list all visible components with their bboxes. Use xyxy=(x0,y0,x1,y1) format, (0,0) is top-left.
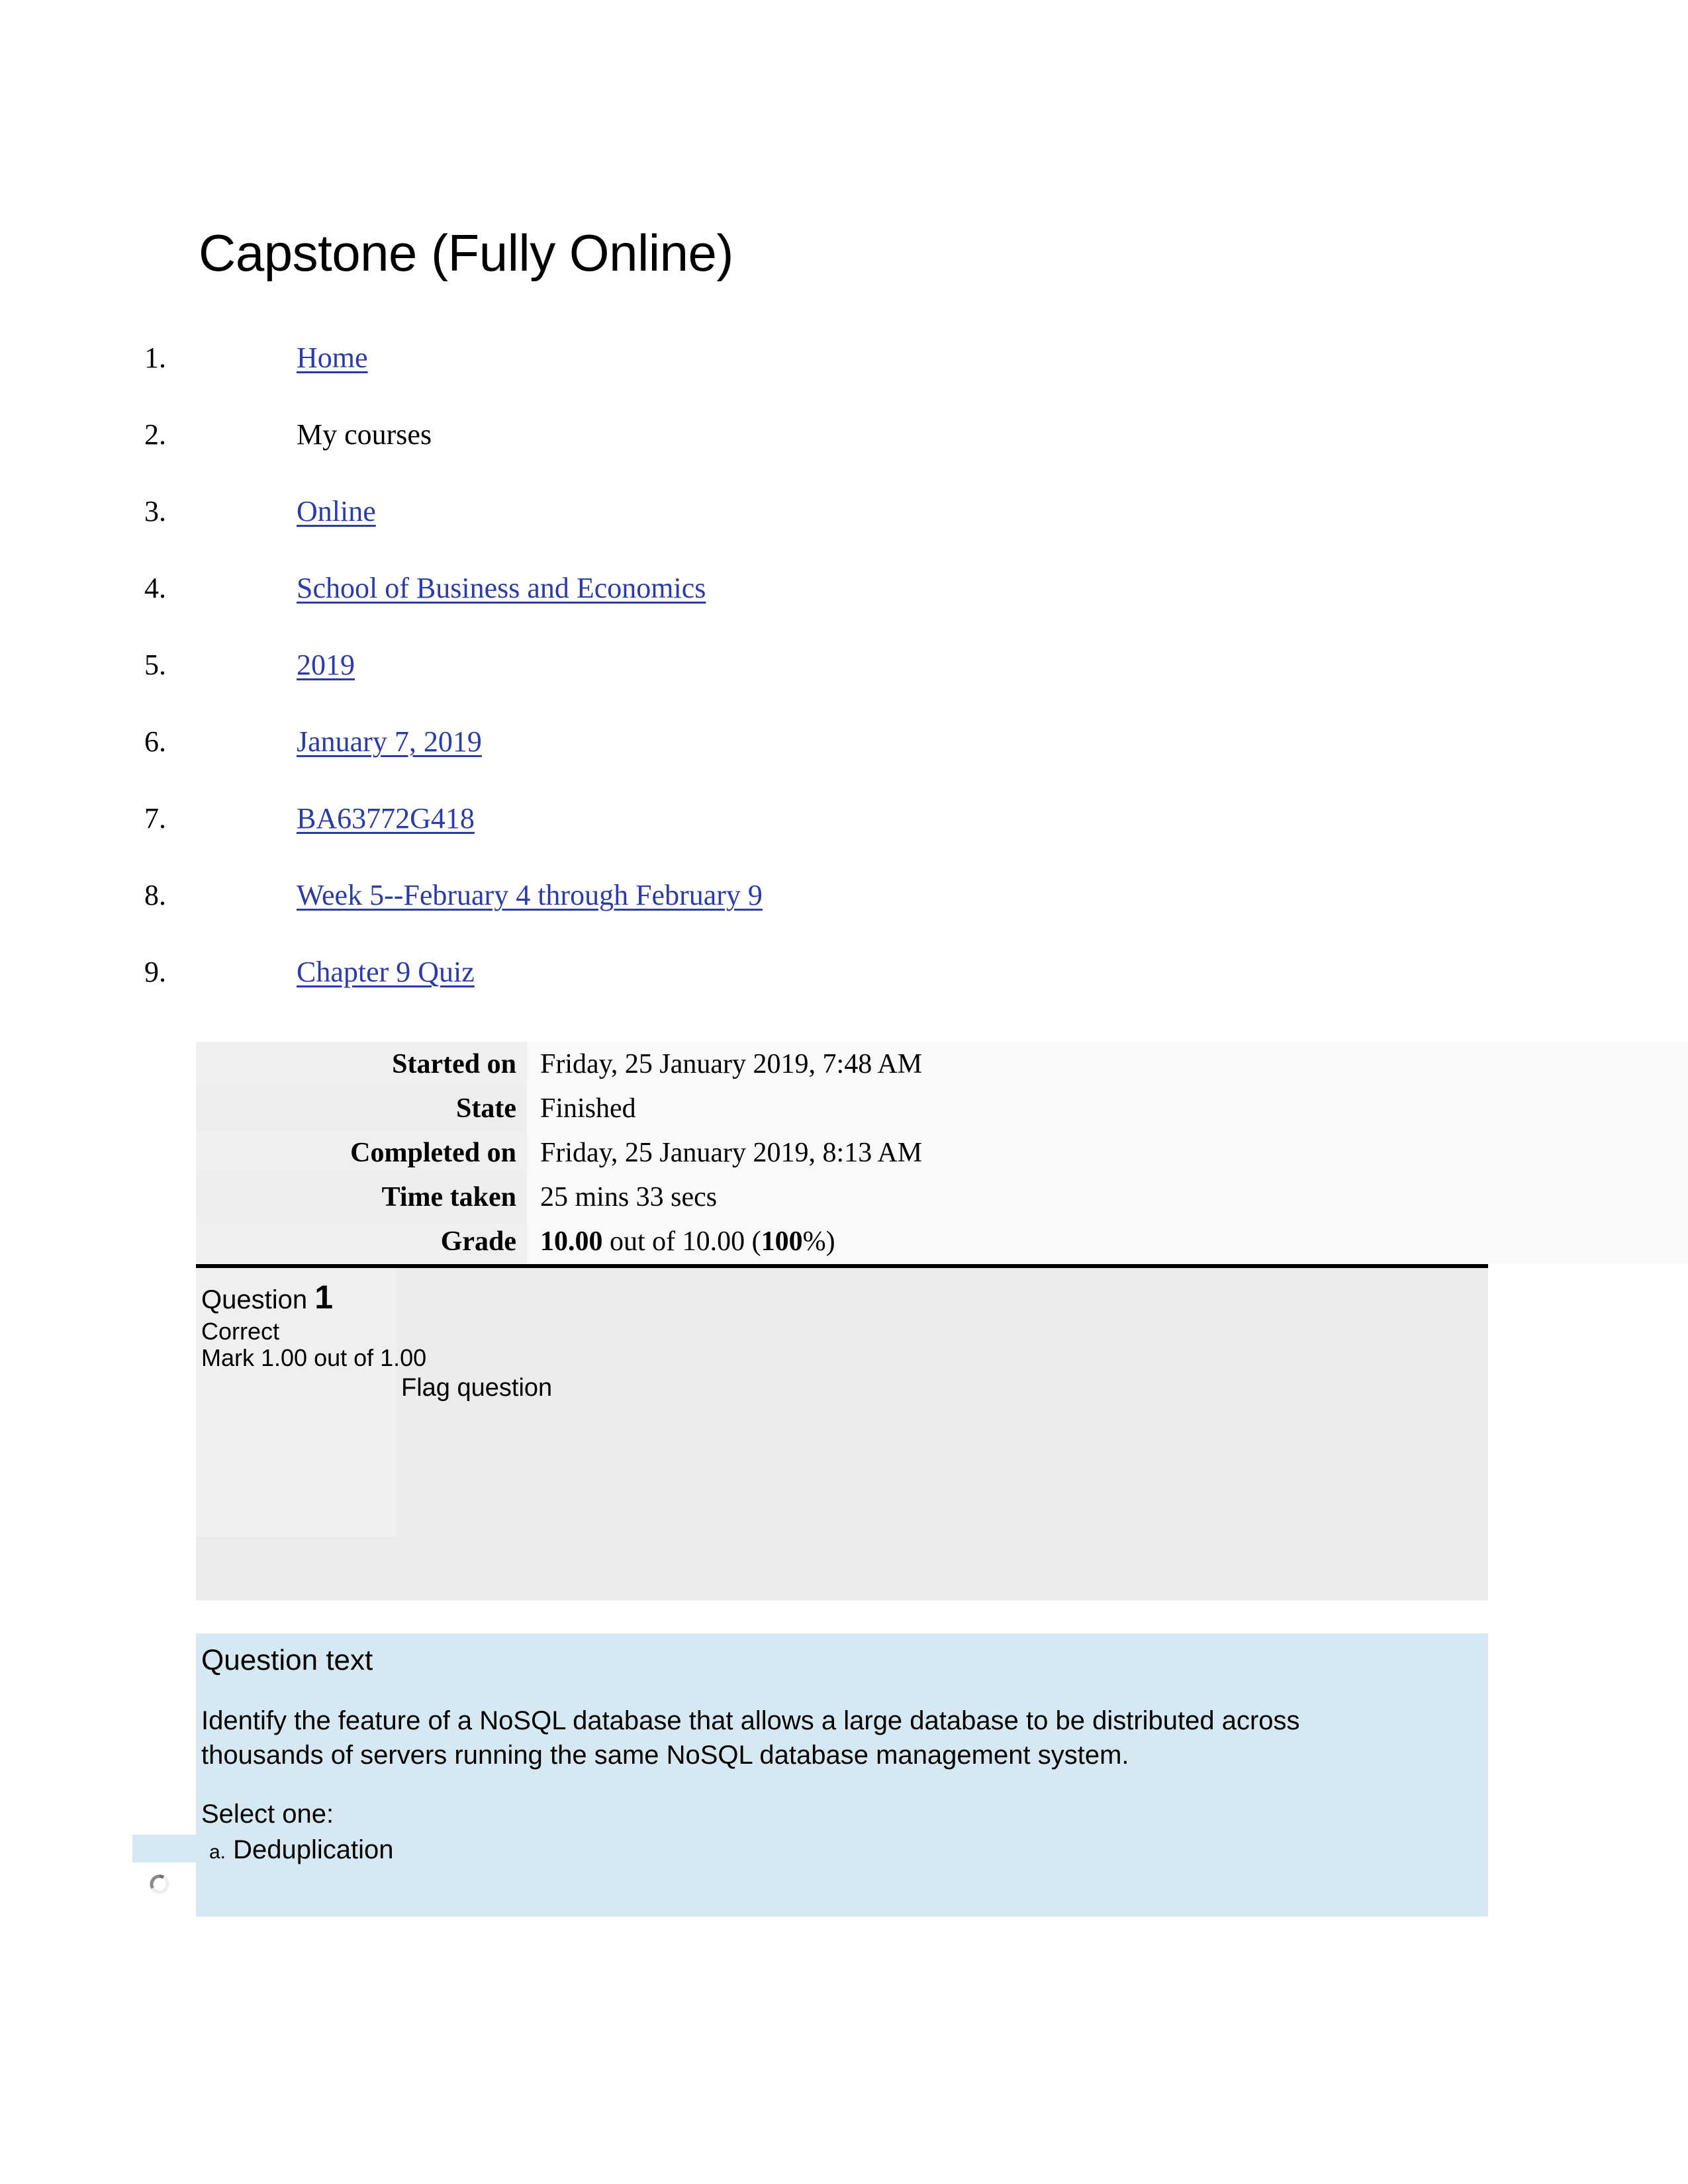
list-number: 5. xyxy=(144,649,166,681)
breadcrumb-link-quiz[interactable]: Chapter 9 Quiz xyxy=(297,955,475,989)
grade-suffix: %) xyxy=(802,1226,835,1257)
breadcrumb-item-week[interactable]: 8. Week 5--February 4 through February 9 xyxy=(0,878,1688,955)
breadcrumb-item-home[interactable]: 1. Home xyxy=(0,341,1688,418)
row-label-grade: Grade xyxy=(196,1219,527,1263)
question-info-panel: Question 1 Correct Mark 1.00 out of 1.00… xyxy=(196,1264,1488,1600)
question-heading-prefix: Question xyxy=(201,1285,308,1314)
answer-option-a[interactable]: a. Deduplication xyxy=(209,1833,394,1869)
grade-percent: 100 xyxy=(761,1226,803,1257)
table-row: Time taken 25 mins 33 secs xyxy=(196,1175,1688,1219)
breadcrumb-label-my-courses: My courses xyxy=(297,418,432,451)
breadcrumb-item-school[interactable]: 4. School of Business and Economics xyxy=(0,571,1688,648)
breadcrumb-link-week[interactable]: Week 5--February 4 through February 9 xyxy=(297,878,763,913)
row-label-state: State xyxy=(196,1086,527,1130)
row-label-completed-on: Completed on xyxy=(196,1130,527,1175)
attempt-summary-table: Started on Friday, 25 January 2019, 7:48… xyxy=(196,1042,1688,1263)
grade-middle: out of 10.00 ( xyxy=(602,1226,761,1257)
question-mark: Mark 1.00 out of 1.00 xyxy=(201,1344,427,1371)
list-number: 8. xyxy=(144,879,166,911)
question-text-title: Question text xyxy=(201,1644,373,1676)
question-text-block: Question text Identify the feature of a … xyxy=(196,1633,1488,1917)
question-number: 1 xyxy=(314,1279,334,1316)
row-value-started-on: Friday, 25 January 2019, 7:48 AM xyxy=(527,1042,1688,1086)
select-one-label: Select one: xyxy=(201,1799,334,1829)
breadcrumb-link-year[interactable]: 2019 xyxy=(297,648,355,682)
question-text-body: Identify the feature of a NoSQL database… xyxy=(201,1706,1300,1770)
row-label-time-taken: Time taken xyxy=(196,1175,527,1219)
loading-spinner-icon xyxy=(148,1873,171,1895)
list-number: 9. xyxy=(144,956,166,988)
breadcrumb-link-online[interactable]: Online xyxy=(297,494,376,529)
grade-score: 10.00 xyxy=(540,1226,603,1257)
breadcrumb-item-year[interactable]: 5. 2019 xyxy=(0,648,1688,725)
question-state: Correct xyxy=(201,1318,280,1345)
list-number: 6. xyxy=(144,725,166,758)
breadcrumb-item-online[interactable]: 3. Online xyxy=(0,494,1688,571)
breadcrumb-link-course-code[interactable]: BA63772G418 xyxy=(297,801,475,836)
list-number: 1. xyxy=(144,341,166,374)
list-number: 7. xyxy=(144,802,166,835)
row-value-grade: 10.00 out of 10.00 (100%) xyxy=(527,1219,1688,1263)
breadcrumb-item-quiz[interactable]: 9. Chapter 9 Quiz xyxy=(0,955,1688,1032)
table-row: Completed on Friday, 25 January 2019, 8:… xyxy=(196,1130,1688,1175)
breadcrumb-link-home[interactable]: Home xyxy=(297,341,368,375)
table-row: Started on Friday, 25 January 2019, 7:48… xyxy=(196,1042,1688,1086)
table-row: Grade 10.00 out of 10.00 (100%) xyxy=(196,1219,1688,1263)
breadcrumb: 1. Home 2. My courses 3. Online 4. Schoo… xyxy=(0,341,1688,1032)
list-number: 4. xyxy=(144,572,166,604)
question-block-left-tab xyxy=(132,1835,196,1862)
flag-question-button[interactable]: Flag question xyxy=(401,1373,552,1403)
answer-option-letter: a. xyxy=(209,1841,226,1863)
question-heading: Question 1 xyxy=(201,1281,333,1316)
list-number: 2. xyxy=(144,418,166,451)
breadcrumb-item-my-courses: 2. My courses xyxy=(0,418,1688,494)
breadcrumb-link-term[interactable]: January 7, 2019 xyxy=(297,725,482,759)
table-row: State Finished xyxy=(196,1086,1688,1130)
row-value-completed-on: Friday, 25 January 2019, 8:13 AM xyxy=(527,1130,1688,1175)
breadcrumb-item-course-code[interactable]: 7. BA63772G418 xyxy=(0,801,1688,878)
answer-option-label: Deduplication xyxy=(233,1835,394,1864)
list-number: 3. xyxy=(144,495,166,527)
row-value-state: Finished xyxy=(527,1086,1688,1130)
page-title: Capstone (Fully Online) xyxy=(199,224,733,282)
breadcrumb-link-school[interactable]: School of Business and Economics xyxy=(297,571,706,606)
row-value-time-taken: 25 mins 33 secs xyxy=(527,1175,1688,1219)
breadcrumb-item-term[interactable]: 6. January 7, 2019 xyxy=(0,725,1688,801)
row-label-started-on: Started on xyxy=(196,1042,527,1086)
